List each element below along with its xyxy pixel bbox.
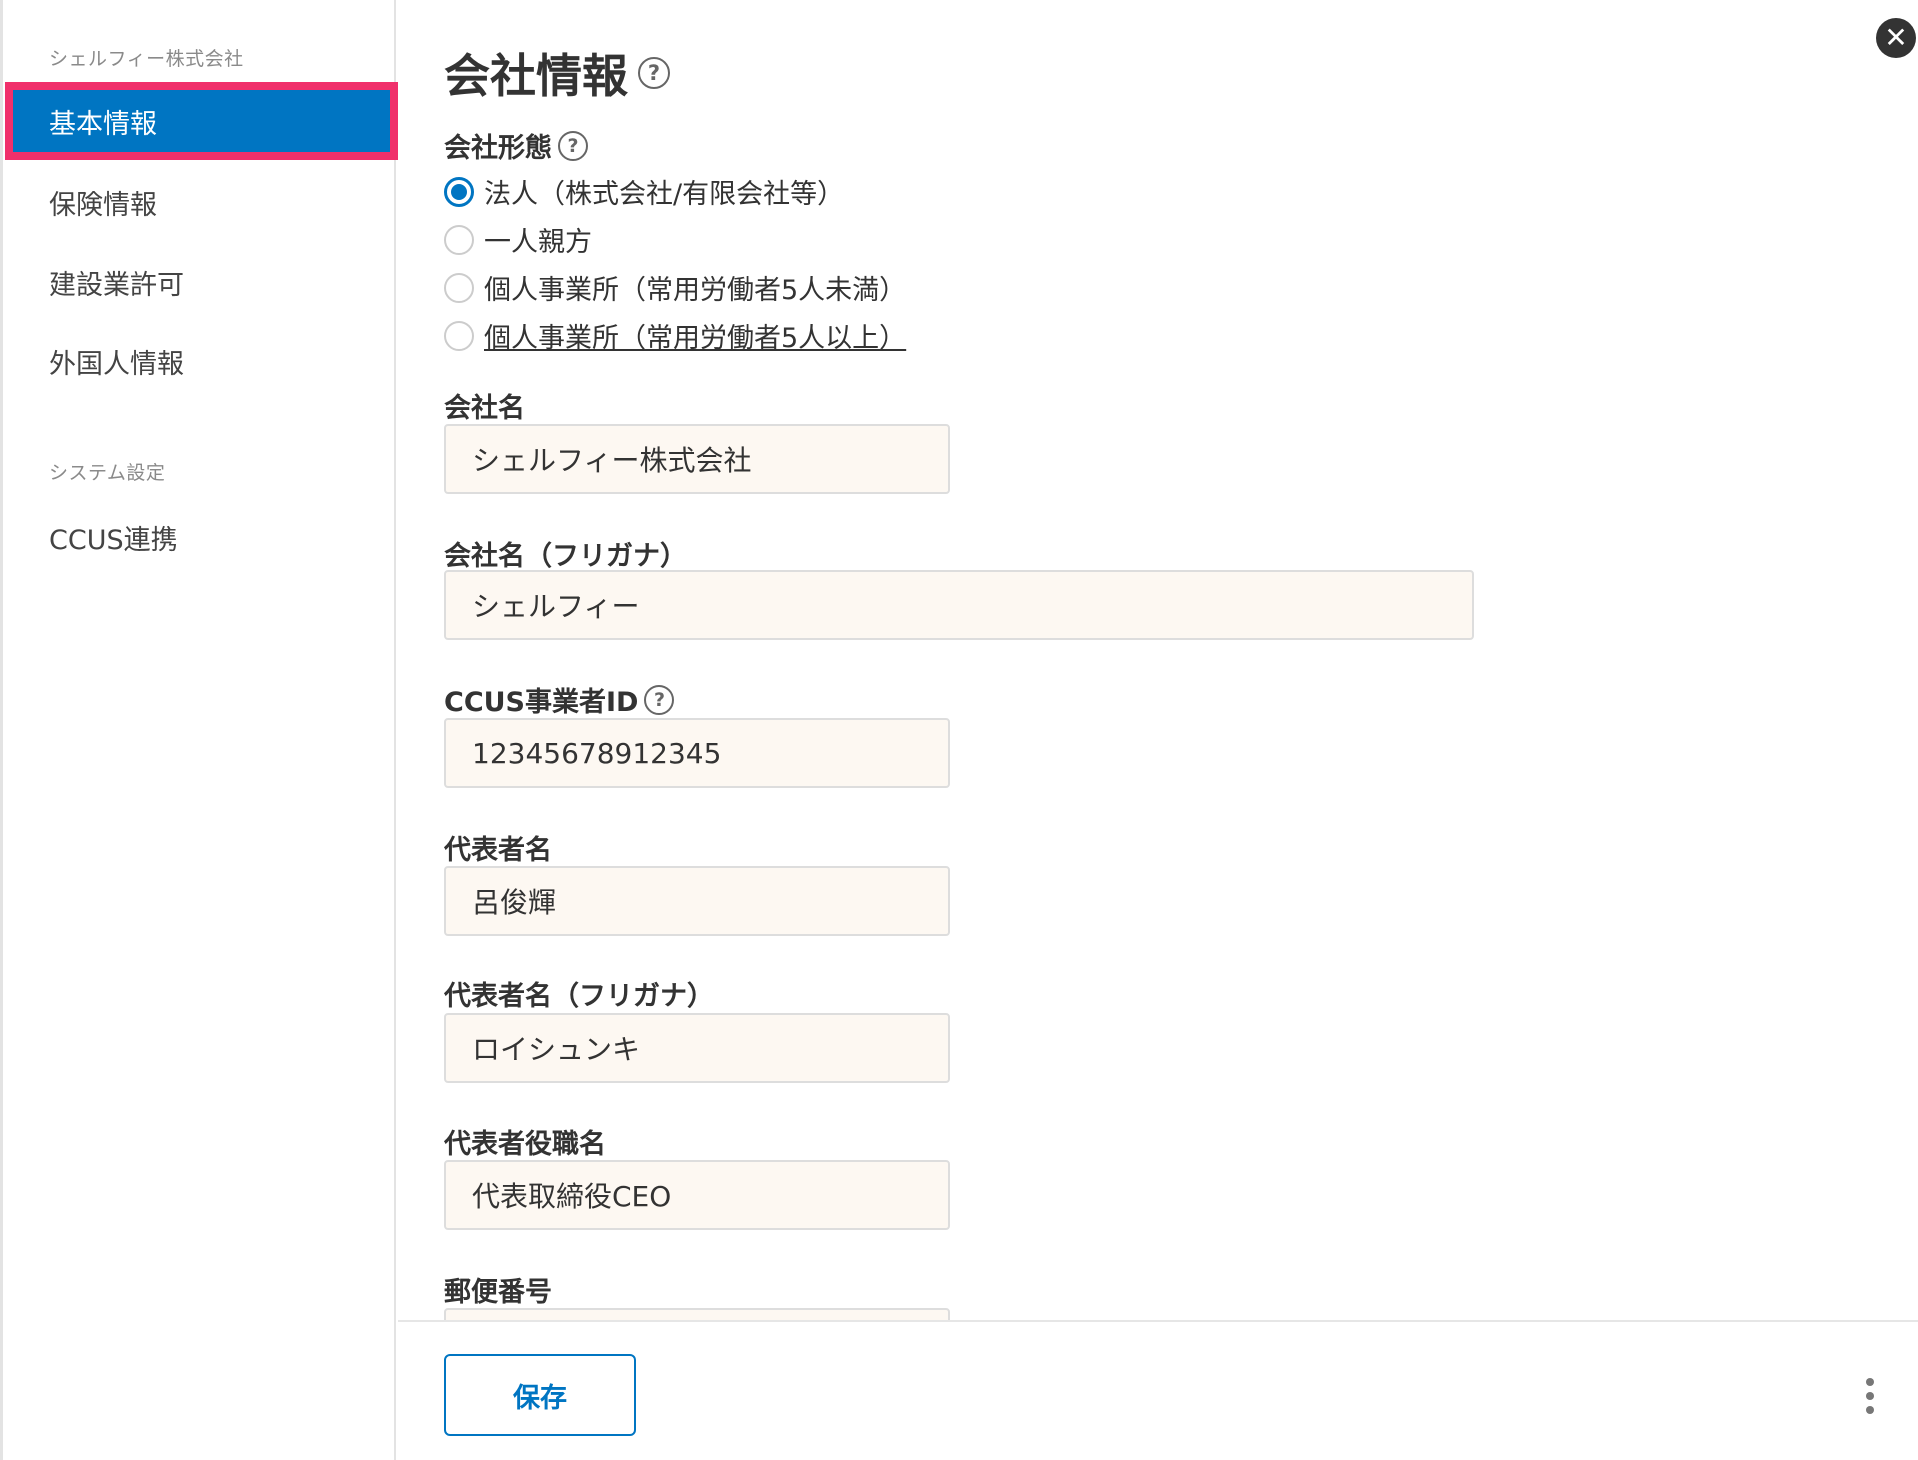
radio-button[interactable] (444, 224, 474, 255)
footer-bar: 保存 (398, 1320, 1918, 1460)
sidebar-item-foreigner-info[interactable]: 外国人情報 (49, 342, 184, 381)
company-name-label: 会社名 (444, 393, 525, 424)
help-icon[interactable]: ? (644, 684, 675, 715)
rep-name-kana-label: 代表者名（フリガナ） (444, 981, 714, 1012)
radio-label: 法人（株式会社/有限会社等） (484, 179, 845, 210)
radio-option-sole-proprietor[interactable]: 一人親方 (444, 220, 592, 259)
sidebar-item-ccus-link[interactable]: CCUS連携 (49, 518, 178, 557)
radio-option-individual-under5[interactable]: 個人事業所（常用労働者5人未満） (444, 268, 906, 307)
rep-name-kana-input[interactable]: ロイシュンキ (444, 1013, 950, 1083)
sidebar-item-basic-info[interactable]: 基本情報 (13, 90, 390, 152)
page-title-text: 会社情報 (444, 49, 628, 103)
radio-label: 個人事業所（常用労働者5人未満） (484, 275, 907, 306)
main-panel: 会社情報 ? 会社形態 ? 法人（株式会社/有限会社等） 一人親方 個人事業所（… (398, 0, 1918, 1378)
help-icon[interactable]: ? (558, 130, 588, 161)
radio-option-individual-over5[interactable]: 個人事業所（常用労働者5人以上） (444, 316, 906, 355)
radio-option-corporation[interactable]: 法人（株式会社/有限会社等） (444, 172, 844, 211)
company-name-kana-label: 会社名（フリガナ） (444, 541, 687, 572)
company-type-label: 会社形態 ? (444, 126, 588, 165)
sidebar-item-insurance-info[interactable]: 保険情報 (49, 183, 157, 222)
ccus-id-input[interactable]: 12345678912345 (444, 718, 950, 788)
radio-button-checked[interactable] (444, 176, 474, 207)
page-title: 会社情報 ? (444, 40, 670, 106)
ccus-id-label: CCUS事業者ID ? (444, 680, 675, 719)
rep-name-input[interactable]: 呂俊輝 (444, 866, 950, 936)
more-options-icon[interactable] (1864, 1378, 1876, 1414)
company-type-label-text: 会社形態 (444, 133, 552, 164)
rep-title-input[interactable]: 代表取締役CEO (444, 1160, 950, 1230)
ccus-id-label-text: CCUS事業者ID (444, 687, 639, 718)
radio-label: 一人親方 (484, 227, 592, 258)
sidebar-item-basic-info-highlight[interactable]: 基本情報 (5, 82, 398, 160)
sidebar-section-company: シェルフィー株式会社 (49, 48, 244, 70)
sidebar-item-construction-permit[interactable]: 建設業許可 (49, 263, 184, 302)
help-icon[interactable]: ? (638, 57, 670, 89)
postal-code-label: 郵便番号 (444, 1277, 552, 1308)
radio-button[interactable] (444, 320, 474, 351)
save-button[interactable]: 保存 (444, 1354, 636, 1436)
rep-name-label: 代表者名 (444, 835, 552, 866)
company-name-input[interactable]: シェルフィー株式会社 (444, 424, 950, 494)
radio-button[interactable] (444, 272, 474, 303)
sidebar: シェルフィー株式会社 基本情報 保険情報 建設業許可 外国人情報 システム設定 … (0, 0, 398, 1460)
sidebar-section-system: システム設定 (49, 462, 166, 484)
radio-label: 個人事業所（常用労働者5人以上） (484, 323, 907, 354)
rep-title-label: 代表者役職名 (444, 1129, 606, 1160)
company-name-kana-input[interactable]: シェルフィー (444, 570, 1474, 640)
